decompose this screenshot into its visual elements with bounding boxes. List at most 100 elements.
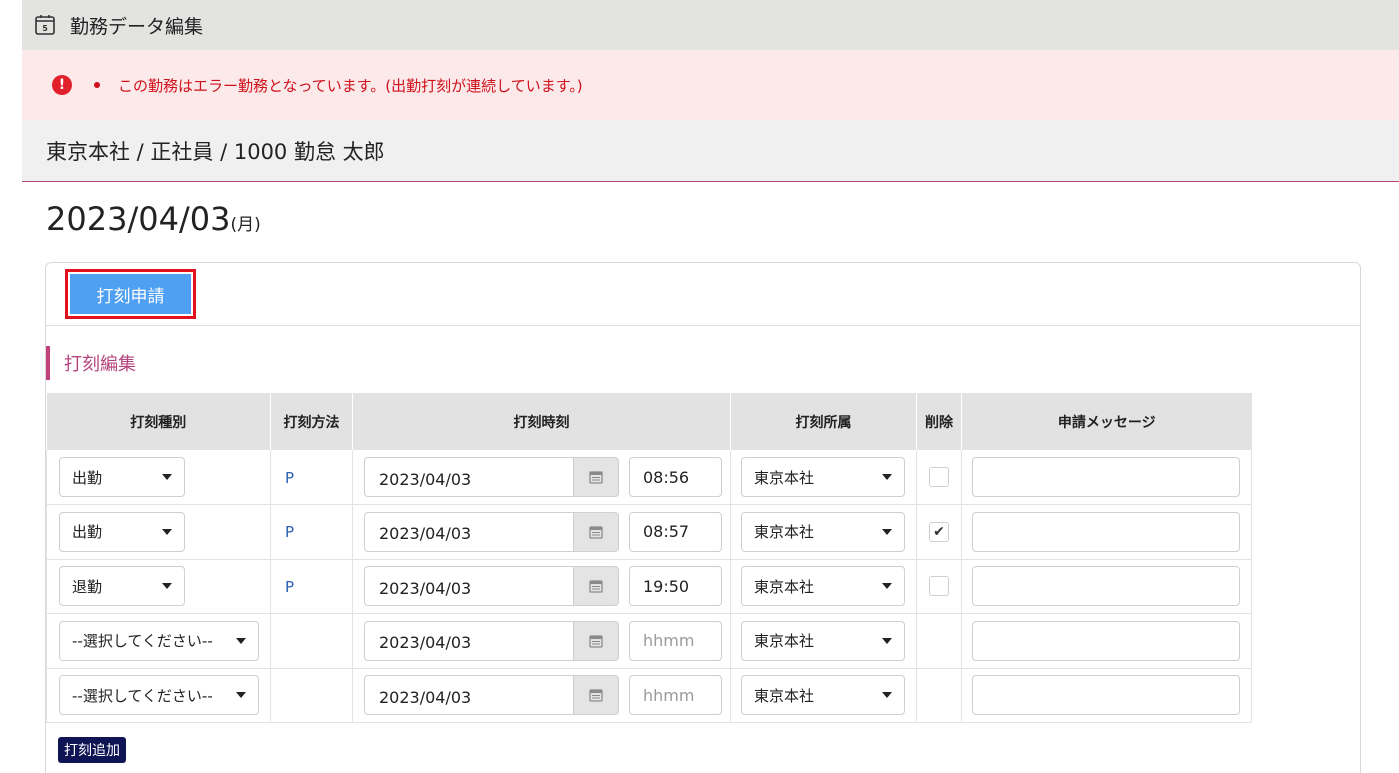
- cell-affiliation: 東京本社: [730, 504, 917, 560]
- chevron-down-icon: [236, 637, 246, 644]
- organization-bar: 東京本社 / 正社員 / 1000 勤怠 太郎: [22, 120, 1399, 182]
- header-type: 打刻種別: [46, 393, 271, 450]
- delete-checkbox[interactable]: ✔: [929, 521, 949, 542]
- stamp-table: 打刻種別 打刻方法 打刻時刻 打刻所属 削除 申請メッセージ 出勤 P 2023/0…: [46, 393, 1252, 723]
- cell-delete: [916, 559, 962, 614]
- cell-method: [270, 668, 353, 723]
- delete-checkbox[interactable]: [929, 576, 949, 597]
- stamp-date-input[interactable]: 2023/04/03: [364, 675, 573, 716]
- stamp-type-value: 出勤: [72, 468, 103, 487]
- message-input[interactable]: [972, 620, 1240, 661]
- cell-type: --選択してください--: [46, 613, 271, 669]
- stamp-type-select[interactable]: --選択してください--: [59, 620, 259, 661]
- calendar-button[interactable]: [573, 566, 619, 607]
- cell-delete: [916, 450, 962, 505]
- message-input[interactable]: [972, 511, 1240, 552]
- message-input[interactable]: [972, 675, 1240, 716]
- cell-time: 2023/04/03 hhmm: [352, 613, 731, 669]
- header-delete: 削除: [916, 393, 962, 450]
- stamp-time-input[interactable]: 08:56: [629, 457, 722, 497]
- error-icon: !: [52, 75, 72, 95]
- chevron-down-icon: [882, 692, 892, 699]
- svg-text:5: 5: [42, 24, 48, 33]
- stamp-time-input[interactable]: hhmm: [629, 620, 722, 661]
- chevron-down-icon: [882, 583, 892, 590]
- stamp-type-value: --選択してください--: [72, 686, 213, 705]
- weekday: (月): [230, 215, 261, 235]
- table-row: --選択してください-- 2023/04/03 hhmm 東京本社: [46, 668, 1252, 723]
- message-input[interactable]: [972, 566, 1240, 607]
- calendar-button[interactable]: [573, 675, 619, 716]
- panel-header: 打刻申請: [46, 263, 1360, 326]
- chevron-down-icon: [162, 528, 172, 535]
- cell-affiliation: 東京本社: [730, 668, 917, 723]
- affiliation-select[interactable]: 東京本社: [741, 675, 905, 716]
- cell-affiliation: 東京本社: [730, 613, 917, 669]
- calendar-icon: 5: [35, 15, 55, 35]
- calendar-icon: [589, 471, 603, 484]
- stamp-date-input[interactable]: 2023/04/03: [364, 620, 573, 661]
- stamp-type-value: 出勤: [72, 523, 103, 542]
- stamp-date-input[interactable]: 2023/04/03: [364, 511, 573, 552]
- affiliation-select[interactable]: 東京本社: [741, 511, 905, 552]
- cell-time: 2023/04/03 08:57: [352, 504, 731, 560]
- stamp-method: P: [285, 577, 295, 596]
- stamp-time-input[interactable]: 08:57: [629, 511, 722, 552]
- cell-affiliation: 東京本社: [730, 450, 917, 505]
- cell-affiliation: 東京本社: [730, 559, 917, 614]
- stamp-time-input[interactable]: 19:50: [629, 566, 722, 607]
- cell-time: 2023/04/03 19:50: [352, 559, 731, 614]
- add-stamp-button[interactable]: 打刻追加: [58, 737, 126, 763]
- stamp-date-input[interactable]: 2023/04/03: [364, 566, 573, 607]
- message-input[interactable]: [972, 457, 1240, 497]
- cell-time: 2023/04/03 hhmm: [352, 668, 731, 723]
- cell-message: [961, 613, 1252, 669]
- cell-method: P: [270, 559, 353, 614]
- chevron-down-icon: [882, 528, 892, 535]
- calendar-button[interactable]: [573, 457, 619, 497]
- cell-method: P: [270, 504, 353, 560]
- date-heading: 2023/04/03(月): [46, 200, 261, 238]
- cell-delete: ✔: [916, 504, 962, 560]
- cell-delete: [916, 668, 962, 723]
- stamp-type-value: 退勤: [72, 577, 103, 596]
- affiliation-select[interactable]: 東京本社: [741, 457, 905, 497]
- affiliation-value: 東京本社: [754, 468, 815, 487]
- header-affiliation: 打刻所属: [730, 393, 917, 450]
- section-title: 打刻編集: [46, 346, 136, 380]
- cell-type: --選択してください--: [46, 668, 271, 723]
- stamp-type-select[interactable]: --選択してください--: [59, 675, 259, 716]
- stamp-panel: 打刻申請 打刻編集 打刻種別 打刻方法 打刻時刻 打刻所属 削除 申請メッセージ…: [45, 262, 1361, 773]
- cell-delete: [916, 613, 962, 669]
- title-bar: 5 勤務データ編集: [22, 0, 1399, 50]
- cell-type: 出勤: [46, 450, 271, 505]
- stamp-method: P: [285, 523, 295, 542]
- calendar-icon: [589, 580, 603, 593]
- error-message: この勤務はエラー勤務となっています。(出勤打刻が連続しています。): [118, 76, 583, 95]
- chevron-down-icon: [162, 474, 172, 480]
- stamp-time-input[interactable]: hhmm: [629, 675, 722, 716]
- stamp-type-select[interactable]: 出勤: [59, 511, 185, 552]
- calendar-button[interactable]: [573, 620, 619, 661]
- table-row: 退勤 P 2023/04/03 19:50 東京本社: [46, 559, 1252, 614]
- stamp-apply-label: 打刻申請: [70, 274, 191, 314]
- stamp-apply-button[interactable]: 打刻申請: [65, 269, 196, 319]
- date-value: 2023/04/03: [46, 200, 231, 238]
- bullet-icon: [94, 82, 100, 88]
- affiliation-select[interactable]: 東京本社: [741, 566, 905, 607]
- delete-checkbox[interactable]: [929, 467, 949, 487]
- stamp-type-select[interactable]: 退勤: [59, 566, 185, 607]
- cell-message: [961, 668, 1252, 723]
- cell-type: 退勤: [46, 559, 271, 614]
- stamp-method: [271, 687, 285, 705]
- chevron-down-icon: [162, 583, 172, 590]
- stamp-method: [271, 632, 285, 650]
- header-message: 申請メッセージ: [961, 393, 1252, 450]
- chevron-down-icon: [236, 692, 246, 699]
- stamp-type-select[interactable]: 出勤: [59, 457, 185, 497]
- organization-path: 東京本社 / 正社員 / 1000 勤怠 太郎: [46, 139, 385, 164]
- calendar-button[interactable]: [573, 511, 619, 552]
- affiliation-select[interactable]: 東京本社: [741, 620, 905, 661]
- table-row: 出勤 P 2023/04/03 08:56 東京本社: [46, 450, 1252, 505]
- stamp-date-input[interactable]: 2023/04/03: [364, 457, 573, 497]
